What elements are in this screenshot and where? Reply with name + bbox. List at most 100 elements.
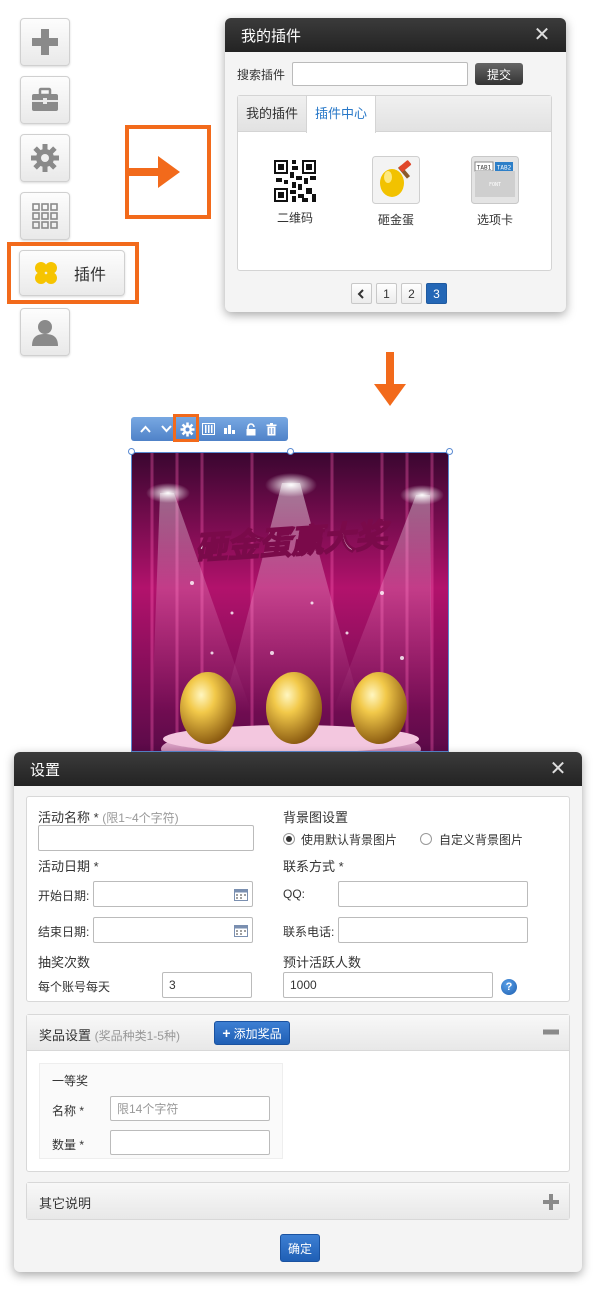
trash-icon[interactable] [263, 421, 280, 438]
page-button[interactable]: 2 [401, 283, 422, 304]
plus-icon [32, 29, 58, 55]
plugin-item-tabs[interactable]: TAB1 TAB2 FONT 选项卡 [460, 156, 530, 228]
plus-icon: + [222, 1025, 231, 1041]
add-prize-label: 添加奖品 [233, 1026, 282, 1041]
settings-button[interactable] [20, 134, 70, 182]
prize-settings-section: 奖品设置 (奖品种类1-5种) + 添加奖品 一等奖 名称 * 限14个字符 数… [26, 1014, 570, 1172]
clover-icon [35, 262, 57, 284]
plugin-item-label: 二维码 [276, 211, 313, 225]
help-icon[interactable]: ? [501, 979, 517, 995]
prize-level-label: 一等奖 [52, 1074, 89, 1088]
plugin-items: 二维码 砸金蛋 TAB1 TAB2 FONT 选项卡 [238, 134, 553, 270]
user-button[interactable] [20, 308, 70, 356]
contact-label: 联系方式 * [283, 859, 344, 874]
plugin-search-label: 搜索插件 [237, 67, 286, 82]
gear-icon [31, 144, 59, 172]
user-icon [32, 320, 58, 346]
active-users-input[interactable]: 1000 [283, 972, 493, 998]
activity-name-input[interactable] [38, 825, 254, 851]
qr-code-icon [274, 160, 316, 202]
activity-form: 活动名称 * (限1~4个字符) 背景图设置 使用默认背景图片 自定义背景图片 … [26, 796, 570, 1002]
plugin-item-golden-egg[interactable]: 砸金蛋 [361, 156, 431, 228]
element-edit-toolbar [131, 417, 288, 441]
activity-name-label: 活动名称 * (限1~4个字符) [38, 810, 179, 825]
plugin-button[interactable]: 插件 [19, 250, 125, 296]
end-date-label: 结束日期: [38, 925, 90, 939]
plugin-panel: 我的插件 插件中心 二维码 砸金蛋 TAB1 TAB2 FONT 选项卡 [237, 95, 552, 271]
toolbox-icon [32, 87, 58, 111]
grid-button[interactable] [20, 192, 70, 240]
bg-custom-radio[interactable] [420, 833, 432, 845]
poster-image: 砸金蛋赢大奖 [132, 453, 448, 751]
settings-dialog: 设置 ✕ 活动名称 * (限1~4个字符) 背景图设置 使用默认背景图片 自定义… [14, 752, 582, 1272]
plugin-item-qrcode[interactable]: 二维码 [260, 160, 330, 226]
pagination: 1 2 3 [351, 283, 447, 304]
qq-input[interactable] [338, 881, 528, 907]
prize-item: 一等奖 名称 * 限14个字符 数量 * [39, 1063, 283, 1159]
plugin-search-input[interactable] [292, 62, 468, 86]
page-button[interactable]: 1 [376, 283, 397, 304]
golden-egg-highlight [125, 125, 211, 219]
prize-name-label: 名称 * [52, 1104, 85, 1118]
plugin-dialog-header: 我的插件 ✕ [225, 18, 566, 52]
settings-dialog-title: 设置 [30, 761, 61, 779]
add-prize-button[interactable]: + 添加奖品 [214, 1021, 290, 1045]
svg-text:TAB2: TAB2 [497, 165, 512, 172]
prize-settings-header[interactable]: 奖品设置 (奖品种类1-5种) + 添加奖品 [27, 1015, 569, 1051]
qq-label: QQ: [283, 887, 306, 901]
tabs-icon: TAB1 TAB2 FONT [471, 156, 519, 204]
chart-icon[interactable] [221, 421, 238, 438]
plugin-button-label: 插件 [74, 267, 107, 284]
calendar-icon[interactable] [234, 888, 248, 901]
grid-icon [32, 203, 58, 229]
other-notes-section[interactable]: 其它说明 [26, 1182, 570, 1220]
per-account-label: 每个账号每天 [38, 980, 111, 994]
prize-qty-label: 数量 * [52, 1138, 85, 1152]
bg-setting-label: 背景图设置 [283, 810, 349, 825]
start-date-input[interactable] [93, 881, 253, 907]
add-button[interactable] [20, 18, 70, 66]
activity-date-label: 活动日期 * [38, 859, 99, 874]
submit-button[interactable]: 提交 [475, 63, 524, 85]
tab-plugin-center[interactable]: 插件中心 [306, 96, 377, 133]
per-account-input[interactable]: 3 [162, 972, 252, 998]
svg-text:FONT: FONT [489, 182, 501, 188]
phone-input[interactable] [338, 917, 528, 943]
confirm-button[interactable]: 确定 [280, 1234, 320, 1262]
plugin-dialog-title: 我的插件 [241, 27, 302, 45]
draw-count-label: 抽奖次数 [38, 955, 91, 970]
expand-icon[interactable] [543, 1194, 559, 1210]
other-notes-header: 其它说明 [27, 1183, 569, 1219]
tab-my-plugins[interactable]: 我的插件 [238, 96, 306, 131]
adjust-icon[interactable] [200, 421, 217, 438]
prize-settings-title: 奖品设置 (奖品种类1-5种) [39, 1028, 180, 1043]
element-settings-highlight [173, 414, 199, 442]
collapse-icon[interactable] [543, 1029, 559, 1035]
start-date-label: 开始日期: [38, 889, 90, 903]
page-button-current[interactable]: 3 [426, 283, 447, 304]
svg-text:TAB1: TAB1 [477, 165, 492, 172]
resize-handle[interactable] [287, 448, 294, 455]
calendar-icon[interactable] [234, 924, 248, 937]
close-icon[interactable]: ✕ [532, 25, 552, 45]
phone-label: 联系电话: [283, 925, 335, 939]
move-up-icon[interactable] [137, 421, 154, 438]
chevron-left-icon [357, 288, 364, 299]
resize-handle[interactable] [446, 448, 453, 455]
unlock-icon[interactable] [242, 421, 259, 438]
bg-default-label: 使用默认背景图片 [301, 833, 398, 847]
golden-egg-poster[interactable]: 砸金蛋赢大奖 [131, 452, 449, 752]
plugin-tabs: 我的插件 插件中心 [238, 96, 551, 133]
resize-handle[interactable] [128, 448, 135, 455]
plugin-dialog: 我的插件 ✕ 搜索插件 提交 我的插件 插件中心 二维码 砸金蛋 TAB1 TA… [225, 18, 566, 312]
prize-qty-input[interactable] [110, 1130, 270, 1155]
active-users-label: 预计活跃人数 [283, 955, 362, 970]
close-icon[interactable]: ✕ [548, 759, 568, 779]
end-date-input[interactable] [93, 917, 253, 943]
toolbox-button[interactable] [20, 76, 70, 124]
prev-page-button[interactable] [351, 283, 372, 304]
plugin-item-label: 选项卡 [476, 213, 513, 227]
settings-dialog-header: 设置 ✕ [14, 752, 582, 786]
prize-name-input[interactable]: 限14个字符 [110, 1096, 270, 1121]
bg-default-radio[interactable] [283, 833, 295, 845]
